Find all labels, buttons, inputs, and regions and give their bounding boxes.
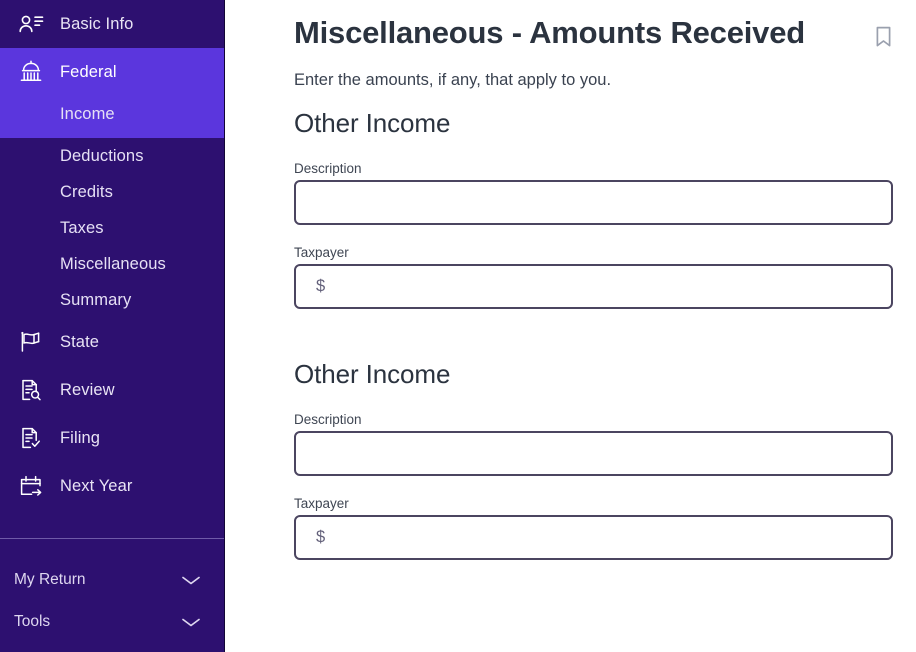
sidebar-item-federal[interactable]: Federal	[0, 48, 224, 96]
document-search-icon	[16, 377, 46, 403]
page-intro: Enter the amounts, if any, that apply to…	[294, 70, 612, 89]
description-label: Description	[294, 411, 362, 427]
description-input[interactable]	[294, 430, 893, 476]
document-check-icon	[16, 425, 46, 451]
field-description-2: Description	[294, 412, 894, 476]
chevron-down-icon	[180, 615, 202, 629]
contact-person-icon	[16, 11, 46, 37]
sidebar: Basic Info Federal Income Deductions Cre…	[0, 0, 225, 652]
sidebar-group-federal: Federal Income	[0, 48, 224, 138]
field-taxpayer-2: Taxpayer $	[294, 496, 894, 560]
taxpayer-amount-input[interactable]: $	[294, 514, 893, 560]
sidebar-subitem-summary[interactable]: Summary	[0, 282, 224, 318]
calendar-arrow-icon	[16, 473, 46, 499]
main-content: Miscellaneous - Amounts Received Enter t…	[225, 0, 916, 652]
sidebar-subitem-income[interactable]: Income	[0, 96, 224, 132]
section-heading: Other Income	[294, 358, 451, 389]
taxpayer-amount-input[interactable]: $	[294, 263, 893, 309]
sidebar-subitem-label: Miscellaneous	[60, 254, 166, 273]
sidebar-item-label: Review	[60, 380, 115, 399]
sidebar-nav-bottom: My Return Tools	[0, 539, 224, 643]
sidebar-item-basic-info[interactable]: Basic Info	[0, 0, 224, 48]
sidebar-subitem-label: Deductions	[60, 146, 144, 165]
sidebar-item-next-year[interactable]: Next Year	[0, 462, 224, 510]
sidebar-subitem-deductions[interactable]: Deductions	[0, 138, 224, 174]
field-taxpayer-1: Taxpayer $	[294, 245, 894, 309]
currency-symbol: $	[316, 276, 326, 295]
taxpayer-amount-field[interactable]	[329, 516, 879, 558]
section-other-income-1: Other Income Description Taxpayer $	[294, 107, 894, 309]
sidebar-item-label: Filing	[60, 428, 101, 447]
bookmark-icon[interactable]	[875, 26, 892, 48]
sidebar-item-label: State	[60, 332, 100, 351]
sidebar-item-filing[interactable]: Filing	[0, 414, 224, 462]
description-label: Description	[294, 160, 362, 176]
sidebar-item-label: Tools	[14, 613, 51, 630]
sidebar-subitem-miscellaneous[interactable]: Miscellaneous	[0, 246, 224, 282]
taxpayer-amount-field[interactable]	[329, 265, 879, 307]
capitol-building-icon	[16, 59, 46, 85]
flag-icon	[16, 329, 46, 355]
chevron-down-icon	[180, 573, 202, 587]
sidebar-subitem-label: Taxes	[60, 218, 104, 237]
sidebar-subitem-credits[interactable]: Credits	[0, 174, 224, 210]
sidebar-item-my-return[interactable]: My Return	[0, 559, 224, 601]
section-other-income-2: Other Income Description Taxpayer $	[294, 358, 894, 560]
taxpayer-label: Taxpayer	[294, 244, 349, 260]
page-title: Miscellaneous - Amounts Received	[294, 15, 805, 50]
sidebar-subitem-label: Summary	[60, 290, 132, 309]
page-header: Miscellaneous - Amounts Received	[294, 14, 894, 53]
sidebar-item-tools[interactable]: Tools	[0, 601, 224, 643]
currency-symbol: $	[316, 527, 326, 546]
section-heading: Other Income	[294, 108, 451, 139]
field-description-1: Description	[294, 161, 894, 225]
sidebar-subitem-label: Credits	[60, 182, 113, 201]
sidebar-item-label: Next Year	[60, 476, 133, 495]
description-input[interactable]	[294, 179, 893, 225]
sidebar-nav-top: Basic Info Federal Income Deductions Cre…	[0, 0, 224, 539]
taxpayer-label: Taxpayer	[294, 495, 349, 511]
sidebar-item-label: My Return	[14, 571, 86, 588]
sidebar-subitem-taxes[interactable]: Taxes	[0, 210, 224, 246]
sidebar-subitem-label: Income	[60, 104, 115, 123]
sidebar-item-review[interactable]: Review	[0, 366, 224, 414]
sidebar-item-label: Federal	[60, 62, 117, 81]
sidebar-item-state[interactable]: State	[0, 318, 224, 366]
sidebar-item-label: Basic Info	[60, 14, 134, 33]
